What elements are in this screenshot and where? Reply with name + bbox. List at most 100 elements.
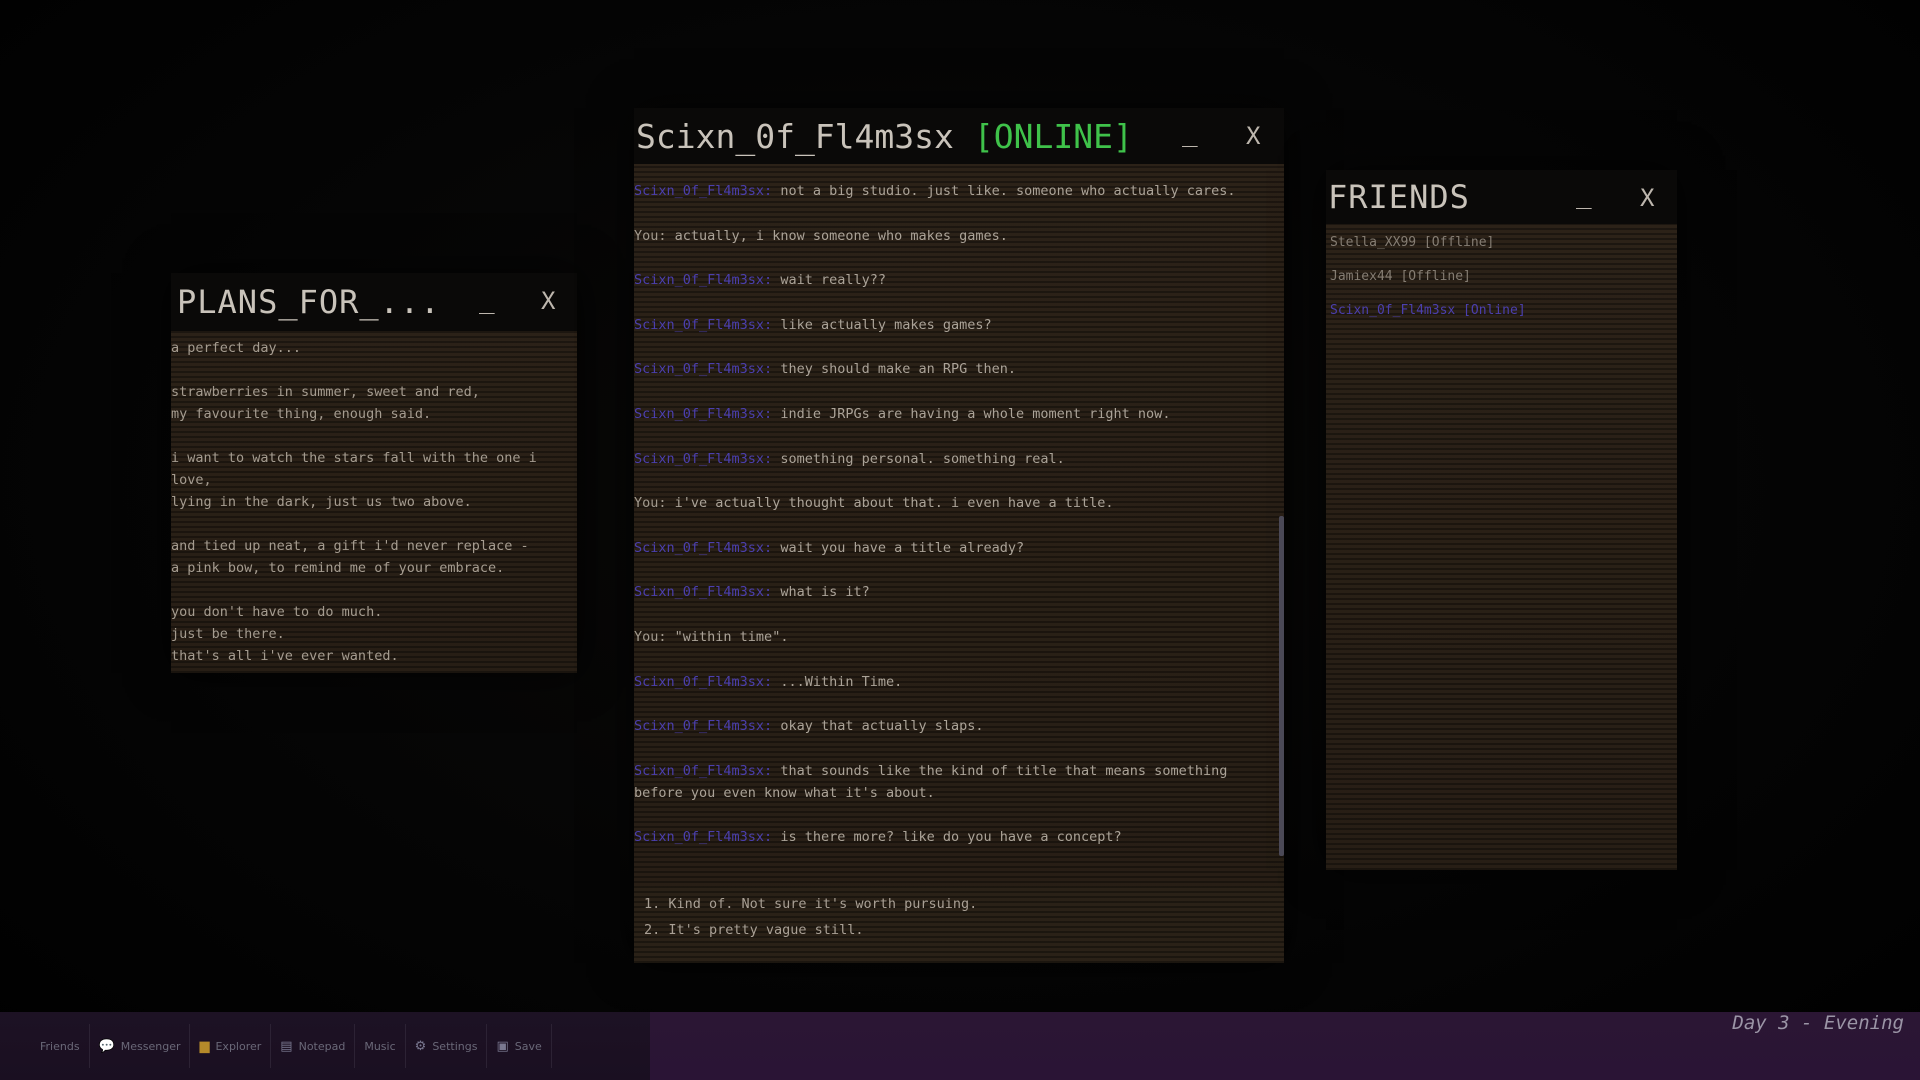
taskbar-item-label: Save xyxy=(514,1039,542,1053)
chat-message: Scixn_0f_Fl4m3sx: what is it? xyxy=(634,581,1264,603)
chat-message-sender: Scixn_0f_Fl4m3sx: xyxy=(634,272,773,289)
chat-message-sender: Scixn_0f_Fl4m3sx: xyxy=(634,718,773,735)
chat-message: Scixn_0f_Fl4m3sx: is there more? like do… xyxy=(634,826,1264,848)
chat-message-sender: Scixn_0f_Fl4m3sx: xyxy=(634,762,773,779)
taskbar-item-notepad[interactable]: ▤ Notepad xyxy=(271,1024,356,1068)
plans-text-line: and tied up neat, a gift i'd never repla… xyxy=(171,538,529,554)
taskbar-item-save[interactable]: ▣ Save xyxy=(487,1024,552,1068)
taskbar-accent-strip xyxy=(650,1012,1920,1080)
friends-close-button[interactable]: X xyxy=(1640,184,1654,212)
chat-message: You: i've actually thought about that. i… xyxy=(634,492,1264,514)
taskbar: Friends 💬 Messenger ▆ Explorer ▤ Notepad Music ⚙… xyxy=(0,1012,1920,1080)
chat-message-sender: You: xyxy=(634,628,667,645)
friends-minimize-button[interactable]: _ xyxy=(1576,180,1592,210)
taskbar-item-label: Settings xyxy=(432,1039,478,1053)
chat-message-text: they should make an RPG then. xyxy=(780,361,1017,378)
chat-message-sender: You: xyxy=(634,227,667,244)
taskbar-item-friends[interactable]: Friends xyxy=(0,1024,90,1068)
chat-message-text: okay that actually slaps. xyxy=(780,718,984,735)
chat-message: Scixn_0f_Fl4m3sx: indie JRPGs are having… xyxy=(634,403,1264,425)
chat-message-sender: Scixn_0f_Fl4m3sx: xyxy=(634,405,773,422)
friends-window-title: FRIENDS xyxy=(1328,178,1470,216)
chat-scrollbar[interactable] xyxy=(1279,108,1284,963)
chat-minimize-button[interactable]: _ xyxy=(1182,118,1198,148)
plans-text-line: strawberries in summer, sweet and red, xyxy=(171,384,480,400)
gear-icon: ⚙ xyxy=(414,1038,427,1054)
chat-message: You: actually, i know someone who makes … xyxy=(634,225,1264,247)
plans-text-line: my favourite thing, enough said. xyxy=(171,406,432,422)
taskbar-item-messenger[interactable]: 💬 Messenger xyxy=(90,1024,191,1068)
friend-list: Stella_XX99 [Offline] Jamiex44 [Offline] S… xyxy=(1330,232,1526,334)
chat-close-button[interactable]: X xyxy=(1246,122,1260,150)
chat-message-sender: Scixn_0f_Fl4m3sx: xyxy=(634,584,773,601)
plans-text-line xyxy=(171,513,569,535)
chat-message-sender: Scixn_0f_Fl4m3sx: xyxy=(634,450,773,467)
plans-text-line: just be there. xyxy=(171,626,285,642)
chat-message: You: "within time". xyxy=(634,626,1264,648)
chat-message-text: wait you have a title already? xyxy=(780,539,1025,556)
chat-contact-status: [ONLINE] xyxy=(973,116,1133,156)
chat-message-sender: Scixn_0f_Fl4m3sx: xyxy=(634,829,773,846)
chat-message-sender: Scixn_0f_Fl4m3sx: xyxy=(634,183,773,199)
desktop: PLANS_FOR_... _ X a perfect day... strawb… xyxy=(0,0,1920,1080)
chat-message-text: is there more? like do you have a concep… xyxy=(780,829,1122,846)
friends-window[interactable]: FRIENDS _ X Stella_XX99 [Offline] Jamiex4… xyxy=(1326,170,1677,870)
chat-message-log: Scixn_0f_Fl4m3sx: not a big studio. just… xyxy=(634,180,1264,871)
plans-notepad-window[interactable]: PLANS_FOR_... _ X a perfect day... strawb… xyxy=(171,273,577,673)
chat-message-sender: Scixn_0f_Fl4m3sx: xyxy=(634,316,773,333)
folder-icon: ▆ xyxy=(199,1038,210,1054)
taskbar-item-label: Music xyxy=(364,1039,396,1053)
chat-message-sender: Scixn_0f_Fl4m3sx: xyxy=(634,673,773,690)
chat-message-text: indie JRPGs are having a whole moment ri… xyxy=(780,405,1171,422)
chat-message: Scixn_0f_Fl4m3sx: ...Within Time. xyxy=(634,671,1264,693)
chat-message: Scixn_0f_Fl4m3sx: like actually makes ga… xyxy=(634,314,1264,336)
taskbar-item-explorer[interactable]: ▆ Explorer xyxy=(190,1024,272,1068)
chat-contact-name: Scixn_0f_Fl4m3sx xyxy=(636,116,954,156)
chat-message-sender: Scixn_0f_Fl4m3sx: xyxy=(634,539,773,556)
plans-minimize-button[interactable]: _ xyxy=(479,285,495,315)
plans-text-line: a pink bow, to remind me of your embrace… xyxy=(171,560,505,576)
messenger-chat-window[interactable]: Scixn_0f_Fl4m3sx [ONLINE] _ X Scixn_0f_F… xyxy=(634,108,1284,963)
floppy-disk-icon: ▣ xyxy=(496,1038,509,1054)
chat-message: Scixn_0f_Fl4m3sx: wait you have a title … xyxy=(634,537,1264,559)
plans-text-line: lying in the dark, just us two above. xyxy=(171,494,472,510)
day-time-label: Day 3 - Evening xyxy=(1732,1012,1904,1034)
taskbar-items: Friends 💬 Messenger ▆ Explorer ▤ Notepad Music ⚙… xyxy=(0,1012,552,1080)
plans-text-line: i want to watch the stars fall with the … xyxy=(171,450,537,466)
taskbar-item-label: Explorer xyxy=(215,1039,262,1053)
reply-choice-2[interactable]: 2. It's pretty vague still. xyxy=(644,922,863,938)
chat-message: Scixn_0f_Fl4m3sx: they should make an RP… xyxy=(634,358,1264,380)
chat-message-text: wait really?? xyxy=(780,272,886,289)
chat-message-text: not a big studio. just like. someone who… xyxy=(780,183,1236,199)
chat-titlebar[interactable]: Scixn_0f_Fl4m3sx [ONLINE] _ X xyxy=(634,108,1284,164)
plans-window-title: PLANS_FOR_... xyxy=(177,283,441,321)
taskbar-item-label: Messenger xyxy=(120,1039,181,1053)
taskbar-item-settings[interactable]: ⚙ Settings xyxy=(406,1024,488,1068)
plans-text-line: a perfect day... xyxy=(171,340,302,356)
plans-text-line: that's all i've ever wanted. xyxy=(171,648,399,664)
chat-bubble-icon: 💬 xyxy=(98,1038,115,1054)
friends-titlebar[interactable]: FRIENDS _ X xyxy=(1326,170,1677,224)
chat-message-text: actually, i know someone who makes games… xyxy=(674,227,1008,244)
taskbar-item-label: Friends xyxy=(40,1039,80,1053)
plans-text-line: you don't have to do much. xyxy=(171,604,383,620)
chat-message: Scixn_0f_Fl4m3sx: wait really?? xyxy=(634,269,1264,291)
chat-message-text: something personal. something real. xyxy=(780,450,1065,467)
taskbar-item-music[interactable]: Music xyxy=(355,1024,406,1068)
plans-titlebar[interactable]: PLANS_FOR_... _ X xyxy=(171,273,577,331)
plans-text-line xyxy=(171,579,569,601)
chat-message: Scixn_0f_Fl4m3sx: okay that actually sla… xyxy=(634,715,1264,737)
chat-message-text: like actually makes games? xyxy=(780,316,992,333)
plans-text-line: love, xyxy=(171,472,212,488)
chat-scroll-thumb[interactable] xyxy=(1279,516,1284,856)
friend-list-item[interactable]: Stella_XX99 [Offline] xyxy=(1330,232,1526,266)
plans-text-body: a perfect day... strawberries in summer, … xyxy=(171,337,569,667)
reply-choice-1[interactable]: 1. Kind of. Not sure it's worth pursuing… xyxy=(644,896,977,912)
chat-message-text: i've actually thought about that. i even… xyxy=(674,495,1114,512)
chat-message: Scixn_0f_Fl4m3sx: not a big studio. just… xyxy=(634,180,1264,202)
chat-message: Scixn_0f_Fl4m3sx: something personal. so… xyxy=(634,448,1264,470)
friend-list-item[interactable]: Scixn_0f_Fl4m3sx [Online] xyxy=(1330,300,1526,334)
friend-list-item[interactable]: Jamiex44 [Offline] xyxy=(1330,266,1526,300)
plans-close-button[interactable]: X xyxy=(541,287,555,315)
chat-message-text: "within time". xyxy=(674,628,789,645)
